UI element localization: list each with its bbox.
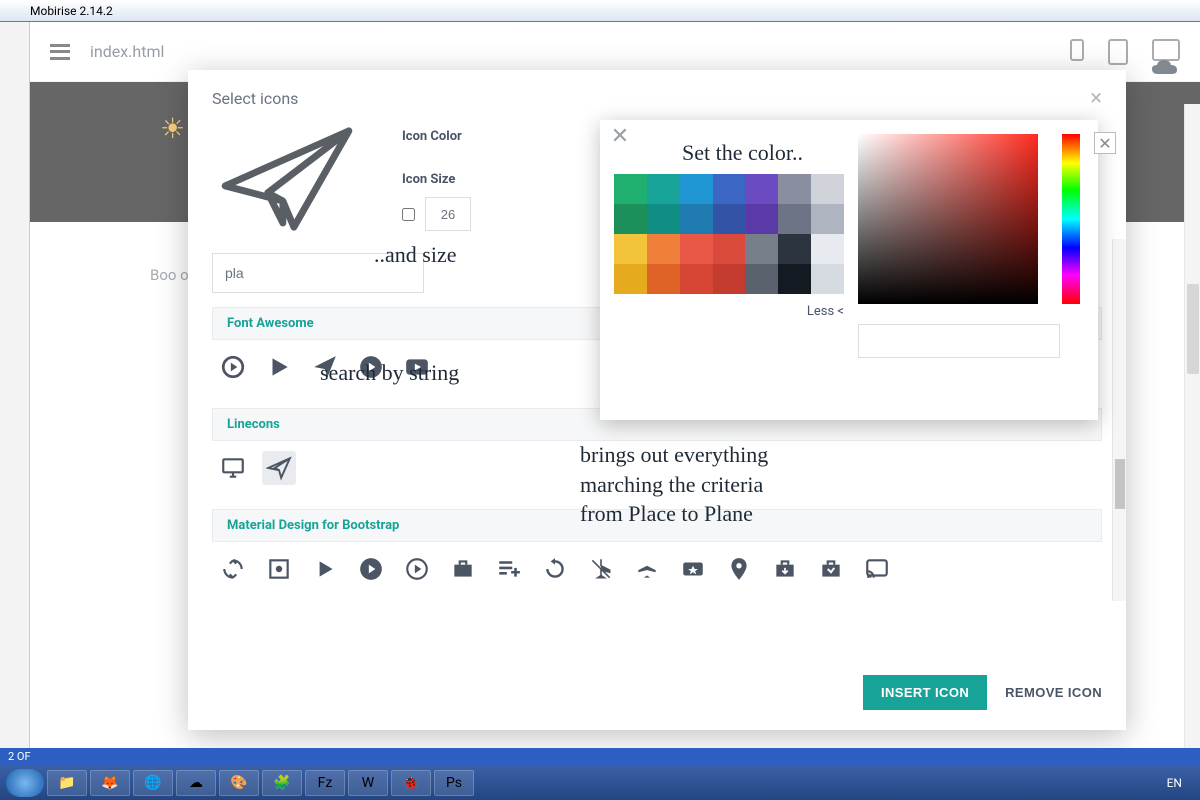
icon-grid-mdb: [212, 542, 1102, 596]
task-app1[interactable]: ☁: [176, 770, 216, 796]
color-swatch[interactable]: [647, 174, 680, 204]
windows-taskbar: 📁 🦊 🌐 ☁ 🎨 🧩 Fz W 🐞 Ps EN: [0, 766, 1200, 800]
close-icon[interactable]: ×: [1090, 86, 1102, 111]
task-app2[interactable]: 🎨: [219, 770, 259, 796]
color-swatch[interactable]: [614, 234, 647, 264]
color-swatch[interactable]: [680, 174, 713, 204]
youtube-play-icon[interactable]: [400, 350, 434, 384]
color-swatch[interactable]: [811, 264, 844, 294]
color-swatch[interactable]: [745, 264, 778, 294]
start-button[interactable]: [6, 769, 44, 797]
place-icon[interactable]: [722, 552, 756, 586]
display-icon[interactable]: [216, 451, 250, 485]
word-status-bar: 2 OF: [0, 748, 1200, 766]
picker-close-icon[interactable]: ✕: [608, 124, 632, 148]
modal-scrollbar[interactable]: [1112, 239, 1126, 601]
color-swatch[interactable]: [647, 264, 680, 294]
icon-preview: [212, 119, 362, 239]
color-swatch[interactable]: [778, 174, 811, 204]
modal-title: Select icons: [212, 89, 298, 108]
hue-slider[interactable]: [1062, 134, 1080, 304]
task-word[interactable]: W: [348, 770, 388, 796]
paper-plane-icon[interactable]: [262, 451, 296, 485]
task-app4[interactable]: 🐞: [391, 770, 431, 796]
color-swatch[interactable]: [745, 204, 778, 234]
play-circle-outline-icon[interactable]: [400, 552, 434, 586]
play-circle-filled-icon[interactable]: [354, 552, 388, 586]
color-swatch[interactable]: [811, 234, 844, 264]
color-swatch[interactable]: [614, 264, 647, 294]
saturation-picker[interactable]: [858, 134, 1038, 304]
color-swatch[interactable]: [680, 204, 713, 234]
play-circle-o-icon[interactable]: [216, 350, 250, 384]
airplane-off-icon[interactable]: [584, 552, 618, 586]
color-swatch[interactable]: [713, 264, 746, 294]
status-text: 2 OF: [8, 750, 31, 763]
color-swatch[interactable]: [713, 204, 746, 234]
modal-footer: INSERT ICON REMOVE ICON: [188, 661, 1126, 730]
shop-icon[interactable]: [768, 552, 802, 586]
search-input[interactable]: [212, 253, 424, 293]
color-swatch[interactable]: [647, 204, 680, 234]
color-picker-popover: ✕ Less < ✕: [600, 120, 1098, 420]
picker-clear-icon[interactable]: ✕: [1094, 132, 1116, 154]
task-firefox[interactable]: 🦊: [90, 770, 130, 796]
icon-grid-linecons: [212, 441, 1102, 495]
size-checkbox[interactable]: [402, 208, 415, 221]
color-swatch[interactable]: [811, 174, 844, 204]
color-swatch[interactable]: [811, 204, 844, 234]
color-swatch[interactable]: [778, 234, 811, 264]
color-swatch[interactable]: [745, 234, 778, 264]
replay-icon[interactable]: [538, 552, 572, 586]
window-titlebar: Mobirise 2.14.2: [0, 0, 1200, 22]
icon-size-label: Icon Size: [402, 172, 471, 187]
ribbon-strip: [0, 22, 30, 780]
color-swatch[interactable]: [778, 264, 811, 294]
plane-icon[interactable]: [308, 350, 342, 384]
task-chrome[interactable]: 🌐: [133, 770, 173, 796]
remove-icon-button[interactable]: REMOVE ICON: [1005, 675, 1102, 710]
playlist-add-icon[interactable]: [492, 552, 526, 586]
task-photoshop[interactable]: Ps: [434, 770, 474, 796]
color-swatch[interactable]: [745, 174, 778, 204]
section-mdb[interactable]: Material Design for Bootstrap: [212, 509, 1102, 542]
swatch-grid: [614, 174, 844, 294]
cast-icon[interactable]: [860, 552, 894, 586]
lang-indicator[interactable]: EN: [1167, 776, 1182, 790]
color-swatch[interactable]: [647, 234, 680, 264]
task-explorer[interactable]: 📁: [47, 770, 87, 796]
play-arrow-icon[interactable]: [308, 552, 342, 586]
modal-header: Select icons ×: [188, 70, 1126, 119]
task-filezilla[interactable]: Fz: [305, 770, 345, 796]
color-swatch[interactable]: [680, 264, 713, 294]
insert-icon-button[interactable]: INSERT ICON: [863, 675, 987, 710]
color-swatch[interactable]: [614, 174, 647, 204]
airplane-icon[interactable]: [630, 552, 664, 586]
local-play-icon[interactable]: [676, 552, 710, 586]
window-title: Mobirise 2.14.2: [30, 4, 113, 18]
less-link[interactable]: Less <: [614, 304, 844, 319]
brightness-icon[interactable]: [262, 552, 296, 586]
color-swatch[interactable]: [778, 204, 811, 234]
play-icon[interactable]: [262, 350, 296, 384]
shop-two-icon[interactable]: [814, 552, 848, 586]
play-circle-icon[interactable]: [354, 350, 388, 384]
icon-color-label: Icon Color: [402, 129, 471, 144]
color-swatch[interactable]: [713, 234, 746, 264]
color-swatch[interactable]: [614, 204, 647, 234]
work-icon[interactable]: [446, 552, 480, 586]
modal-scroll-thumb[interactable]: [1115, 459, 1125, 509]
color-swatch[interactable]: [713, 174, 746, 204]
color-swatch[interactable]: [680, 234, 713, 264]
task-app3[interactable]: 🧩: [262, 770, 302, 796]
autorenew-icon[interactable]: [216, 552, 250, 586]
size-input[interactable]: [425, 197, 471, 231]
hex-input[interactable]: [858, 324, 1060, 358]
